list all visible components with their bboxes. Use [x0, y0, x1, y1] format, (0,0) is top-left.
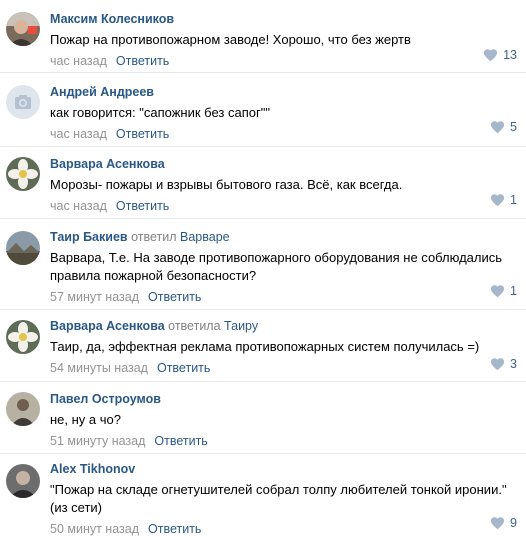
reply-button[interactable]: Ответить: [116, 54, 169, 68]
comment-text: не, ну а чо?: [50, 412, 121, 427]
comment-time[interactable]: час назад: [50, 54, 107, 68]
avatar[interactable]: [6, 85, 40, 119]
comment-text: Пожар на противопожарном заводе! Хорошо,…: [50, 32, 411, 47]
heart-icon: [490, 121, 505, 134]
flower-icon: [6, 320, 40, 354]
like-count: 5: [510, 120, 517, 134]
comment-meta: 50 минут назад Ответить: [50, 521, 514, 537]
comment-meta: час назад Ответить: [50, 53, 514, 69]
like-button[interactable]: 1: [490, 192, 517, 208]
comment-item: Павел Остроумов не, ну а чо? 51 минуту н…: [0, 382, 526, 454]
comment-item: Максим Колесников Пожар на противопожарн…: [0, 0, 526, 73]
reply-button[interactable]: Ответить: [116, 199, 169, 213]
avatar-photo-icon: [6, 12, 40, 46]
avatar[interactable]: [6, 320, 40, 354]
reply-to-label: ответил: [131, 230, 177, 244]
camera-icon: [6, 85, 40, 119]
like-button[interactable]: 9: [490, 515, 517, 531]
comment-item: Таир Бакиев ответил Варваре Варвара, Т.е…: [0, 219, 526, 310]
like-button[interactable]: 3: [490, 356, 517, 372]
author-name[interactable]: Павел Остроумов: [50, 392, 161, 406]
author-line: Варвара Асенкова: [50, 156, 514, 172]
comment-time[interactable]: 50 минут назад: [50, 522, 139, 536]
person-photo-icon: [6, 464, 40, 498]
comment-time[interactable]: 51 минуту назад: [50, 434, 145, 448]
author-name[interactable]: Таир Бакиев: [50, 230, 128, 244]
author-name[interactable]: Варвара Асенкова: [50, 157, 165, 171]
reply-button[interactable]: Ответить: [157, 361, 210, 375]
comment-body: Павел Остроумов не, ну а чо? 51 минуту н…: [50, 391, 514, 449]
author-name[interactable]: Андрей Андреев: [50, 85, 154, 99]
comment-body: Alex Tikhonov "Пожар на складе огнетушит…: [50, 461, 514, 537]
reply-button[interactable]: Ответить: [154, 434, 207, 448]
avatar[interactable]: [6, 231, 40, 265]
person-photo-icon: [6, 392, 40, 426]
comment-meta: 51 минуту назад Ответить: [50, 433, 514, 449]
comment-text: как говорится: "сапожник без сапог"": [50, 105, 270, 120]
comment-time[interactable]: час назад: [50, 127, 107, 141]
comment-text: "Пожар на складе огнетушителей собрал то…: [50, 482, 507, 515]
reply-button[interactable]: Ответить: [148, 290, 201, 304]
author-name[interactable]: Alex Tikhonov: [50, 462, 135, 476]
like-button[interactable]: 1: [490, 283, 517, 299]
like-count: 1: [510, 284, 517, 298]
comment-time[interactable]: час назад: [50, 199, 107, 213]
comment-item: Варвара Асенкова ответила Таиру Таир, да…: [0, 310, 526, 382]
comment-meta: 54 минуты назад Ответить: [50, 360, 514, 376]
reply-button[interactable]: Ответить: [148, 522, 201, 536]
like-button[interactable]: 13: [483, 47, 517, 63]
reply-to-label: ответила: [168, 319, 221, 333]
author-line: Варвара Асенкова ответила Таиру: [50, 318, 514, 334]
comment-meta: час назад Ответить: [50, 198, 514, 214]
like-count: 1: [510, 193, 517, 207]
comment-body: Варвара Асенкова Морозы- пожары и взрывы…: [50, 156, 514, 214]
like-count: 3: [510, 357, 517, 371]
comment-body: Андрей Андреев как говорится: "сапожник …: [50, 84, 514, 142]
avatar[interactable]: [6, 464, 40, 498]
comment-item: Alex Tikhonov "Пожар на складе огнетушит…: [0, 454, 526, 536]
comment-text: Таир, да, эффектная реклама противопожар…: [50, 339, 480, 354]
flower-icon: [6, 157, 40, 191]
reply-button[interactable]: Ответить: [116, 127, 169, 141]
author-line: Alex Tikhonov: [50, 461, 514, 477]
like-count: 9: [510, 516, 517, 530]
heart-icon: [484, 49, 498, 62]
comment-meta: 57 минут назад Ответить: [50, 289, 514, 305]
like-button[interactable]: 5: [490, 119, 517, 135]
comment-body: Таир Бакиев ответил Варваре Варвара, Т.е…: [50, 229, 514, 305]
heart-icon: [490, 194, 505, 207]
landscape-photo-icon: [6, 231, 40, 265]
avatar[interactable]: [6, 392, 40, 426]
comment-body: Максим Колесников Пожар на противопожарн…: [50, 11, 514, 69]
avatar[interactable]: [6, 157, 40, 191]
comment-time[interactable]: 57 минут назад: [50, 290, 139, 304]
comment-item: Варвара Асенкова Морозы- пожары и взрывы…: [0, 147, 526, 219]
comment-meta: час назад Ответить: [50, 126, 514, 142]
author-name[interactable]: Варвара Асенкова: [50, 319, 165, 333]
author-line: Андрей Андреев: [50, 84, 514, 100]
heart-icon: [490, 358, 505, 371]
author-line: Таир Бакиев ответил Варваре: [50, 229, 514, 245]
comment-text: Морозы- пожары и взрывы бытового газа. В…: [50, 177, 403, 192]
comment-text: Варвара, Т.е. На заводе противопожарного…: [50, 250, 503, 283]
author-line: Павел Остроумов: [50, 391, 514, 407]
reply-to-name[interactable]: Варваре: [180, 230, 230, 244]
comments-list: Максим Колесников Пожар на противопожарн…: [0, 0, 526, 536]
reply-to-name[interactable]: Таиру: [224, 319, 258, 333]
comment-item: Андрей Андреев как говорится: "сапожник …: [0, 73, 526, 147]
comment-time[interactable]: 54 минуты назад: [50, 361, 148, 375]
heart-icon: [490, 517, 505, 530]
heart-icon: [490, 285, 505, 298]
author-line: Максим Колесников: [50, 11, 514, 27]
comment-body: Варвара Асенкова ответила Таиру Таир, да…: [50, 318, 514, 376]
avatar[interactable]: [6, 12, 40, 46]
like-count: 13: [503, 48, 517, 62]
author-name[interactable]: Максим Колесников: [50, 12, 174, 26]
